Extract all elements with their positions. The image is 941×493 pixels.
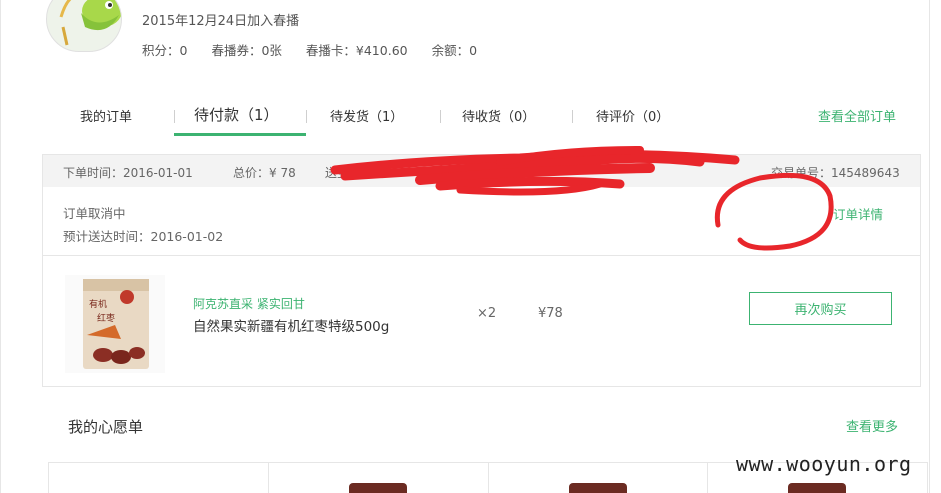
order-status-row: 订单取消中 预计送达时间：2016-01-02 订单详情 bbox=[43, 187, 920, 256]
wishlist-item[interactable] bbox=[269, 463, 489, 493]
card-stat: 春播卡：¥410.60 bbox=[305, 43, 408, 58]
order-header: 下单时间：2016-01-01 总价：¥ 78 送至： 交易单号：1454896… bbox=[43, 155, 920, 187]
coupons-stat: 春播券：0张 bbox=[211, 43, 282, 58]
package-text: 红枣 bbox=[97, 312, 115, 324]
tab-divider bbox=[572, 110, 573, 123]
product-name[interactable]: 自然果实新疆有机红枣特级500g bbox=[193, 315, 389, 335]
order-card: 下单时间：2016-01-01 总价：¥ 78 送至： 交易单号：1454896… bbox=[42, 154, 921, 387]
package-text: 有机 bbox=[89, 298, 107, 310]
wishlist-item[interactable] bbox=[49, 463, 269, 493]
estimated-delivery: 预计送达时间：2016-01-02 bbox=[63, 229, 224, 244]
product-price: ¥78 bbox=[538, 306, 563, 321]
account-stats: 积分：0 春播券：0张 春播卡：¥410.60 余额：0 bbox=[142, 40, 501, 59]
product-thumbnail[interactable]: 有机 红枣 bbox=[65, 275, 165, 373]
tab-pending-shipment[interactable]: 待发货（1） bbox=[330, 106, 403, 125]
tab-my-orders[interactable]: 我的订单 bbox=[80, 106, 132, 125]
join-date-text: 2015年12月24日加入春播 bbox=[142, 14, 300, 29]
balance-stat: 余额：0 bbox=[431, 43, 478, 58]
bird-logo-icon bbox=[59, 0, 121, 46]
tab-divider bbox=[306, 110, 307, 123]
view-all-orders-link[interactable]: 查看全部订单 bbox=[818, 106, 896, 125]
order-time: 下单时间：2016-01-01 bbox=[63, 166, 193, 180]
left-border bbox=[0, 0, 1, 493]
wishlist-product-image bbox=[568, 483, 627, 493]
red-date-package-image: 有机 红枣 bbox=[83, 279, 149, 369]
order-total: 总价：¥ 78 bbox=[233, 166, 296, 180]
order-detail-link[interactable]: 订单详情 bbox=[833, 204, 883, 223]
tab-divider bbox=[440, 110, 441, 123]
order-tabs: 我的订单 待付款（1） 待发货（1） 待收货（0） 待评价（0） 查看全部订单 bbox=[56, 100, 916, 138]
wishlist-product-image bbox=[788, 483, 847, 493]
product-promo: 阿克苏直采 紧实回甘 bbox=[193, 297, 305, 311]
wishlist-title: 我的心愿单 bbox=[68, 418, 144, 436]
watermark: www.wooyun.org bbox=[736, 452, 912, 476]
wishlist-more-link[interactable]: 查看更多 bbox=[846, 416, 898, 435]
tab-divider bbox=[174, 110, 175, 123]
tab-pending-receipt[interactable]: 待收货（0） bbox=[462, 106, 535, 125]
avatar[interactable] bbox=[46, 0, 122, 52]
ship-to-label: 送至： bbox=[325, 166, 362, 180]
tab-pending-payment[interactable]: 待付款（1） bbox=[194, 104, 279, 125]
points-stat: 积分：0 bbox=[142, 43, 188, 58]
order-status: 订单取消中 bbox=[63, 206, 126, 221]
wishlist-product-image bbox=[348, 483, 407, 493]
order-number: 交易单号：145489643 bbox=[771, 166, 900, 180]
wishlist-item[interactable] bbox=[489, 463, 709, 493]
product-quantity: ×2 bbox=[477, 306, 497, 321]
buy-again-button[interactable]: 再次购买 bbox=[749, 292, 892, 325]
tab-pending-review[interactable]: 待评价（0） bbox=[596, 106, 669, 125]
active-tab-underline bbox=[174, 133, 306, 136]
right-border bbox=[929, 0, 930, 493]
